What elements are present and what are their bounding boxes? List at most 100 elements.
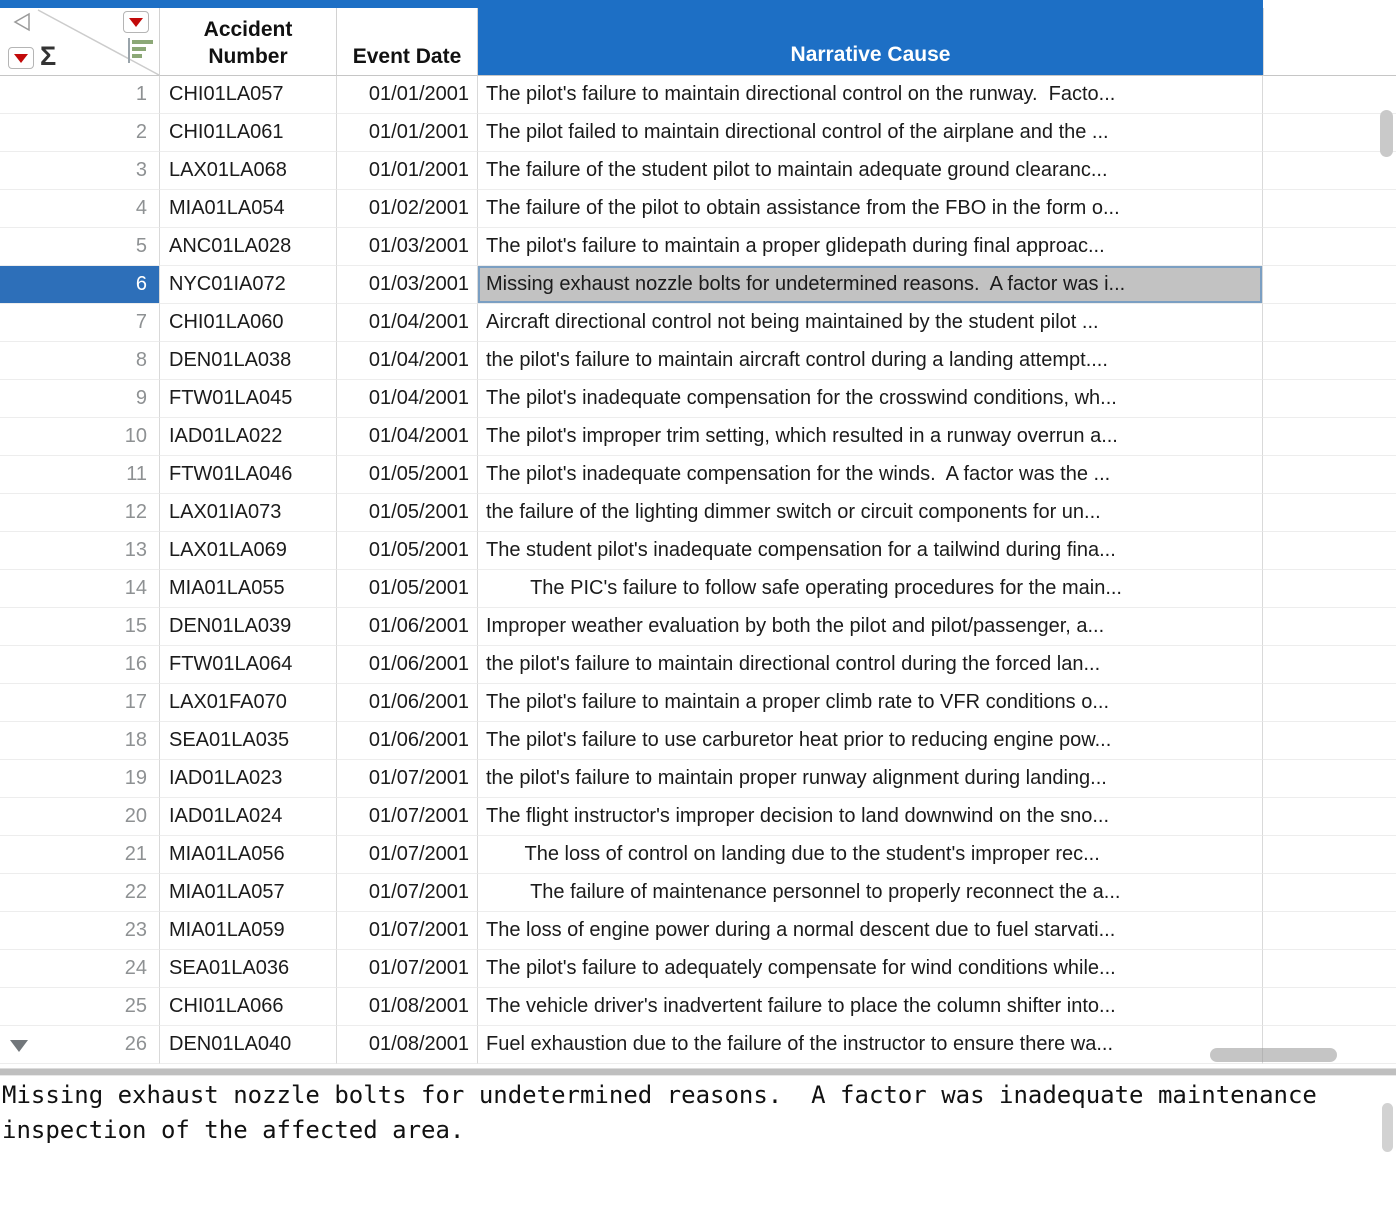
narrative-cause-cell[interactable]: The pilot's failure to maintain a proper… xyxy=(478,228,1263,266)
table-row[interactable]: 23MIA01LA05901/07/2001The loss of engine… xyxy=(0,912,1396,950)
empty-cell[interactable] xyxy=(1263,304,1396,342)
accident-number-cell[interactable]: LAX01IA073 xyxy=(160,494,337,532)
row-number-cell[interactable]: 23 xyxy=(0,912,160,950)
row-number-cell[interactable]: 15 xyxy=(0,608,160,646)
table-row[interactable]: 4MIA01LA05401/02/2001The failure of the … xyxy=(0,190,1396,228)
table-row[interactable]: 18SEA01LA03501/06/2001The pilot's failur… xyxy=(0,722,1396,760)
accident-number-cell[interactable]: IAD01LA023 xyxy=(160,760,337,798)
empty-cell[interactable] xyxy=(1263,608,1396,646)
table-row[interactable]: 16FTW01LA06401/06/2001the pilot's failur… xyxy=(0,646,1396,684)
accident-number-cell[interactable]: LAX01LA069 xyxy=(160,532,337,570)
accident-number-cell[interactable]: MIA01LA056 xyxy=(160,836,337,874)
table-row[interactable]: 11FTW01LA04601/05/2001The pilot's inadeq… xyxy=(0,456,1396,494)
row-number-cell[interactable]: 14 xyxy=(0,570,160,608)
narrative-cause-cell[interactable]: The pilot's improper trim setting, which… xyxy=(478,418,1263,456)
event-date-cell[interactable]: 01/01/2001 xyxy=(337,152,478,190)
table-row[interactable]: 13LAX01LA06901/05/2001The student pilot'… xyxy=(0,532,1396,570)
narrative-cause-cell[interactable]: the failure of the lighting dimmer switc… xyxy=(478,494,1263,532)
row-number-cell[interactable]: 17 xyxy=(0,684,160,722)
row-number-cell[interactable]: 25 xyxy=(0,988,160,1026)
empty-cell[interactable] xyxy=(1263,532,1396,570)
empty-cell[interactable] xyxy=(1263,76,1396,114)
empty-cell[interactable] xyxy=(1263,950,1396,988)
accident-number-cell[interactable]: NYC01IA072 xyxy=(160,266,337,304)
empty-cell[interactable] xyxy=(1263,114,1396,152)
collapse-icon[interactable] xyxy=(12,12,32,32)
narrative-cause-cell[interactable]: Fuel exhaustion due to the failure of th… xyxy=(478,1026,1263,1064)
table-row[interactable]: 19IAD01LA02301/07/2001the pilot's failur… xyxy=(0,760,1396,798)
accident-number-cell[interactable]: SEA01LA036 xyxy=(160,950,337,988)
empty-cell[interactable] xyxy=(1263,342,1396,380)
accident-number-cell[interactable]: MIA01LA057 xyxy=(160,874,337,912)
empty-cell[interactable] xyxy=(1263,418,1396,456)
row-number-cell[interactable]: 21 xyxy=(0,836,160,874)
table-row[interactable]: 17LAX01FA07001/06/2001The pilot's failur… xyxy=(0,684,1396,722)
narrative-cause-cell[interactable]: The failure of maintenance personnel to … xyxy=(478,874,1263,912)
row-number-cell[interactable]: 7 xyxy=(0,304,160,342)
row-number-cell[interactable]: 20 xyxy=(0,798,160,836)
accident-number-cell[interactable]: ANC01LA028 xyxy=(160,228,337,266)
table-row[interactable]: 2CHI01LA06101/01/2001The pilot failed to… xyxy=(0,114,1396,152)
event-date-cell[interactable]: 01/07/2001 xyxy=(337,950,478,988)
narrative-cause-cell[interactable]: The pilot's inadequate compensation for … xyxy=(478,380,1263,418)
event-date-cell[interactable]: 01/05/2001 xyxy=(337,456,478,494)
table-row[interactable]: 15DEN01LA03901/06/2001Improper weather e… xyxy=(0,608,1396,646)
accident-number-cell[interactable]: MIA01LA054 xyxy=(160,190,337,228)
row-number-cell[interactable]: 24 xyxy=(0,950,160,988)
row-number-cell[interactable]: 16 xyxy=(0,646,160,684)
narrative-cause-cell[interactable]: The flight instructor's improper decisio… xyxy=(478,798,1263,836)
event-date-cell[interactable]: 01/06/2001 xyxy=(337,608,478,646)
narrative-cause-cell[interactable]: The student pilot's inadequate compensat… xyxy=(478,532,1263,570)
empty-cell[interactable] xyxy=(1263,228,1396,266)
accident-number-cell[interactable]: CHI01LA057 xyxy=(160,76,337,114)
table-row[interactable]: 3LAX01LA06801/01/2001The failure of the … xyxy=(0,152,1396,190)
column-header-empty[interactable] xyxy=(1263,8,1396,76)
accident-number-cell[interactable]: CHI01LA061 xyxy=(160,114,337,152)
narrative-cause-cell[interactable]: The loss of engine power during a normal… xyxy=(478,912,1263,950)
accident-number-cell[interactable]: LAX01LA068 xyxy=(160,152,337,190)
row-number-cell[interactable]: 12 xyxy=(0,494,160,532)
event-date-cell[interactable]: 01/01/2001 xyxy=(337,114,478,152)
table-row[interactable]: 21MIA01LA05601/07/2001 The loss of contr… xyxy=(0,836,1396,874)
narrative-cause-cell[interactable]: The vehicle driver's inadvertent failure… xyxy=(478,988,1263,1026)
table-row[interactable]: 5ANC01LA02801/03/2001The pilot's failure… xyxy=(0,228,1396,266)
narrative-cause-cell[interactable]: Improper weather evaluation by both the … xyxy=(478,608,1263,646)
narrative-cause-cell[interactable]: The pilot's failure to use carburetor he… xyxy=(478,722,1263,760)
accident-number-cell[interactable]: FTW01LA064 xyxy=(160,646,337,684)
column-header-narrative-cause[interactable]: Narrative Cause xyxy=(478,0,1263,76)
event-date-cell[interactable]: 01/01/2001 xyxy=(337,76,478,114)
empty-cell[interactable] xyxy=(1263,646,1396,684)
narrative-cause-cell[interactable]: The loss of control on landing due to th… xyxy=(478,836,1263,874)
empty-cell[interactable] xyxy=(1263,874,1396,912)
table-row[interactable]: 9FTW01LA04501/04/2001The pilot's inadequ… xyxy=(0,380,1396,418)
row-number-cell[interactable]: 2 xyxy=(0,114,160,152)
row-number-cell[interactable]: 9 xyxy=(0,380,160,418)
accident-number-cell[interactable]: LAX01FA070 xyxy=(160,684,337,722)
table-row[interactable]: 24SEA01LA03601/07/2001The pilot's failur… xyxy=(0,950,1396,988)
row-number-cell[interactable]: 22 xyxy=(0,874,160,912)
event-date-cell[interactable]: 01/06/2001 xyxy=(337,722,478,760)
accident-number-cell[interactable]: CHI01LA066 xyxy=(160,988,337,1026)
accident-number-cell[interactable]: SEA01LA035 xyxy=(160,722,337,760)
columns-panel-icon[interactable] xyxy=(126,35,154,65)
narrative-cause-cell[interactable]: The pilot's failure to maintain directio… xyxy=(478,76,1263,114)
row-number-cell[interactable]: 19 xyxy=(0,760,160,798)
event-date-cell[interactable]: 01/02/2001 xyxy=(337,190,478,228)
event-date-cell[interactable]: 01/04/2001 xyxy=(337,418,478,456)
table-row[interactable]: 7CHI01LA06001/04/2001Aircraft directiona… xyxy=(0,304,1396,342)
row-number-cell[interactable]: 26 xyxy=(0,1026,160,1064)
panel-splitter[interactable] xyxy=(0,1068,1396,1076)
table-row[interactable]: 1CHI01LA05701/01/2001The pilot's failure… xyxy=(0,76,1396,114)
narrative-cause-cell[interactable]: The pilot failed to maintain directional… xyxy=(478,114,1263,152)
row-number-cell[interactable]: 10 xyxy=(0,418,160,456)
empty-cell[interactable] xyxy=(1263,684,1396,722)
narrative-cause-cell[interactable]: the pilot's failure to maintain proper r… xyxy=(478,760,1263,798)
narrative-cause-cell[interactable]: The pilot's failure to maintain a proper… xyxy=(478,684,1263,722)
table-row[interactable]: 10IAD01LA02201/04/2001The pilot's improp… xyxy=(0,418,1396,456)
event-date-cell[interactable]: 01/08/2001 xyxy=(337,1026,478,1064)
detail-panel-vertical-scrollbar-thumb[interactable] xyxy=(1382,1103,1393,1152)
empty-cell[interactable] xyxy=(1263,798,1396,836)
event-date-cell[interactable]: 01/04/2001 xyxy=(337,342,478,380)
event-date-cell[interactable]: 01/07/2001 xyxy=(337,798,478,836)
accident-number-cell[interactable]: IAD01LA024 xyxy=(160,798,337,836)
